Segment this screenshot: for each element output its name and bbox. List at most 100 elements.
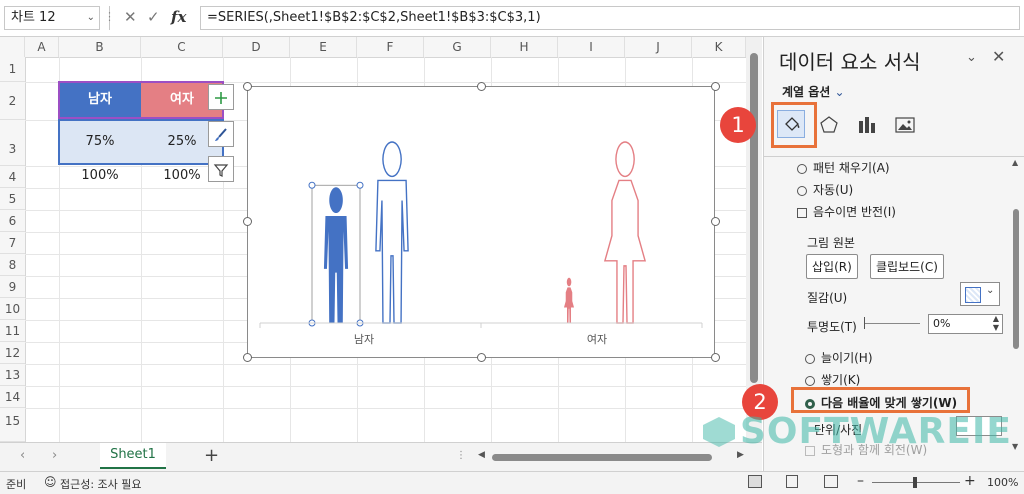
row-header[interactable]: 1 (0, 57, 25, 82)
page-break-icon[interactable] (824, 475, 838, 488)
row-header[interactable]: 3 (0, 120, 25, 166)
row-header[interactable]: 14 (0, 386, 25, 408)
row-header[interactable]: 2 (0, 82, 25, 120)
pane-scroll-thumb[interactable] (1013, 209, 1019, 349)
clipboard-button[interactable]: 클립보드(C) (870, 254, 944, 279)
column-header[interactable]: D (223, 37, 290, 57)
chart-filters-button[interactable] (208, 156, 234, 182)
vertical-scrollbar[interactable] (746, 37, 762, 442)
stretch-option[interactable]: 늘이기(H) (805, 349, 873, 366)
zoom-level[interactable]: 100% (987, 476, 1018, 489)
stack-option[interactable]: 쌓기(K) (805, 371, 860, 388)
chevron-left-icon[interactable]: ‹ (20, 448, 25, 463)
column-header[interactable]: I (558, 37, 625, 57)
automatic-option[interactable]: 자동(U) (797, 181, 853, 198)
chevron-down-icon[interactable]: ⌄ (966, 50, 977, 65)
name-box[interactable]: 차트 12 ⌄ (4, 6, 100, 30)
column-header[interactable]: J (625, 37, 692, 57)
formula-input[interactable]: =SERIES(,Sheet1!$B$2:$C$2,Sheet1!$B$3:$C… (200, 6, 1020, 30)
row-header[interactable]: 5 (0, 188, 25, 210)
close-icon[interactable]: ✕ (992, 47, 1005, 66)
chart-elements-button[interactable] (208, 84, 234, 110)
scroll-up-icon[interactable]: ▲ (1012, 158, 1018, 167)
resize-handle[interactable] (243, 217, 252, 226)
cancel-icon[interactable]: ✕ (124, 8, 137, 26)
column-header[interactable]: F (357, 37, 424, 57)
value-bar-figure[interactable] (563, 277, 575, 323)
row-header[interactable]: 10 (0, 298, 25, 320)
row-header[interactable]: 4 (0, 166, 25, 188)
row-header[interactable]: 15 (0, 408, 25, 442)
column-header[interactable]: B (59, 37, 141, 57)
scroll-down-icon[interactable]: ▼ (1012, 442, 1018, 451)
resize-handle[interactable] (477, 82, 486, 91)
column-header[interactable]: E (290, 37, 357, 57)
chevron-right-icon[interactable]: › (52, 448, 57, 463)
total-bar-figure[interactable] (375, 141, 409, 324)
column-header[interactable]: G (424, 37, 491, 57)
accessibility-status[interactable]: 접근성: 조사 필요 (60, 476, 142, 492)
row-header[interactable]: 6 (0, 210, 25, 232)
insert-function-button[interactable]: fx (171, 8, 186, 26)
normal-view-icon[interactable] (748, 475, 762, 488)
row-header[interactable]: 9 (0, 276, 25, 298)
scroll-left-icon[interactable]: ◀ (478, 450, 485, 460)
fill-tab-highlight (771, 102, 817, 148)
total-bar-figure[interactable] (603, 141, 647, 324)
column-header[interactable]: C (141, 37, 223, 57)
row-headers: 1 2 3 4 5 6 7 8 9 10 11 12 13 14 15 (0, 57, 26, 442)
zoom-in-icon[interactable]: + (964, 473, 976, 489)
horizontal-scroll-thumb[interactable] (492, 454, 712, 461)
value-bar-figure[interactable] (323, 187, 349, 323)
pictograph-chart: 남자 여자 (259, 141, 703, 346)
texture-picker[interactable]: ⌄ (960, 282, 1000, 306)
column-header[interactable]: H (491, 37, 558, 57)
resize-handle[interactable] (711, 82, 720, 91)
invert-if-negative-checkbox[interactable]: 음수이면 반전(I) (797, 203, 896, 220)
spinner-icon[interactable]: ▲ ▼ (993, 314, 999, 332)
formula-bar: 차트 12 ⌄ ⋮ ✕ ✓ fx =SERIES(,Sheet1!$B$2:$C… (0, 0, 1024, 37)
zoom-out-icon[interactable]: – (857, 473, 864, 489)
bar-chart-icon[interactable] (856, 114, 878, 136)
point-handle[interactable] (308, 181, 316, 189)
page-layout-icon[interactable] (786, 475, 798, 488)
chart-styles-button[interactable] (208, 121, 234, 147)
row-header[interactable]: 8 (0, 254, 25, 276)
row-header[interactable]: 11 (0, 320, 25, 342)
pattern-fill-option[interactable]: 패턴 채우기(A) (797, 159, 890, 176)
point-handle[interactable] (356, 181, 364, 189)
transparency-slider[interactable] (865, 323, 920, 324)
resize-handle[interactable] (711, 217, 720, 226)
picture-source-label: 그림 원본 (807, 236, 855, 250)
transparency-input[interactable]: 0% ▲ ▼ (928, 314, 1003, 334)
more-icon[interactable]: ⋮ (456, 450, 466, 461)
texture-label: 질감(U) (807, 291, 848, 305)
zoom-slider-thumb[interactable] (913, 477, 917, 488)
column-header[interactable]: A (25, 37, 59, 57)
resize-handle[interactable] (243, 353, 252, 362)
row-header[interactable]: 7 (0, 232, 25, 254)
series-options-dropdown[interactable]: 계열 옵션 ⌄ (782, 83, 845, 100)
watermark-logo (700, 415, 738, 449)
chevron-down-icon: ⌄ (986, 285, 995, 296)
cell-b4[interactable]: 100% (59, 166, 141, 186)
picture-icon[interactable] (894, 114, 916, 136)
brush-icon (215, 127, 227, 141)
scroll-thumb[interactable] (750, 53, 758, 383)
select-all-corner[interactable] (0, 37, 25, 57)
callout-badge: 1 (720, 107, 756, 143)
texture-swatch-icon (965, 287, 981, 303)
row-header[interactable]: 12 (0, 342, 25, 364)
sheet-tab[interactable]: Sheet1 (100, 443, 166, 469)
pentagon-effects-icon[interactable] (818, 114, 840, 136)
resize-handle[interactable] (711, 353, 720, 362)
resize-handle[interactable] (243, 82, 252, 91)
column-header[interactable]: K (692, 37, 746, 57)
add-sheet-icon[interactable]: + (204, 445, 219, 466)
chart-area[interactable]: 남자 여자 (247, 86, 715, 358)
resize-handle[interactable] (477, 353, 486, 362)
check-icon[interactable]: ✓ (147, 8, 160, 26)
insert-button[interactable]: 삽입(R) (806, 254, 858, 279)
chevron-down-icon[interactable]: ⌄ (87, 7, 95, 29)
row-header[interactable]: 13 (0, 364, 25, 386)
